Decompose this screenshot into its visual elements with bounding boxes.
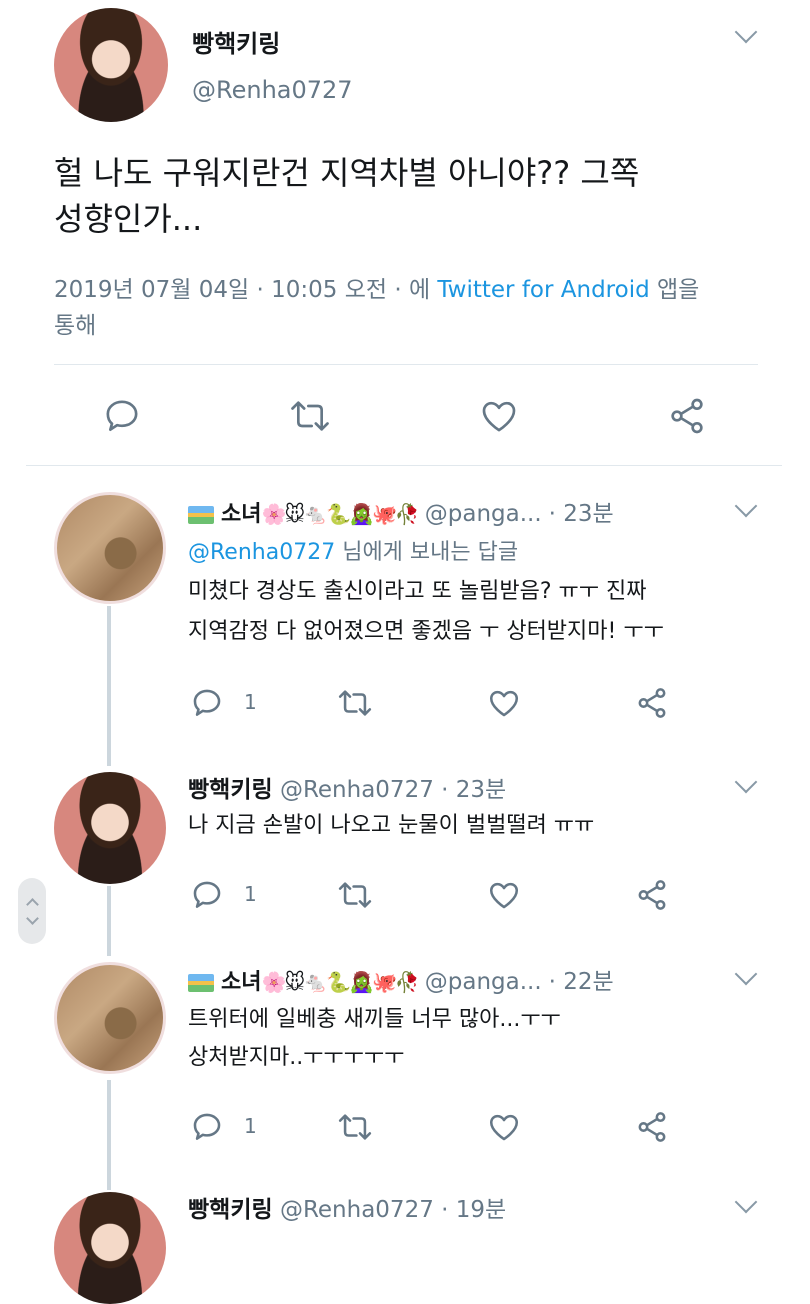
reply-text-line1: 나 지금 손발이 나오고 눈물이 벌벌떨려 ㅠㅠ — [188, 813, 595, 838]
chevron-down-icon[interactable] — [734, 20, 758, 44]
chevron-up-icon[interactable] — [26, 898, 39, 911]
source-link[interactable]: Twitter for Android — [437, 277, 649, 303]
reply-time[interactable]: · 19분 — [441, 1197, 506, 1223]
rainbow-icon — [188, 506, 214, 524]
reply-icon — [193, 881, 221, 908]
reply-handle[interactable]: @panga... — [425, 501, 542, 527]
like-icon — [489, 882, 519, 909]
reply-retweet-icon[interactable] — [336, 686, 374, 720]
reply-to-suffix: 님에게 보내는 답글 — [342, 540, 519, 565]
reply-count: 1 — [244, 882, 257, 906]
retweet-icon — [338, 1114, 372, 1140]
reply-avatar[interactable] — [54, 962, 166, 1074]
retweet-icon — [338, 690, 372, 716]
rainbow-icon — [188, 974, 214, 992]
main-tweet-meta-line2: 통해 — [54, 313, 97, 339]
reply-retweet-icon[interactable] — [336, 878, 374, 912]
chevron-down-icon[interactable] — [734, 494, 758, 518]
main-tweet-text: 헐 나도 구워지란건 지역차별 아니야?? 그쪽 성향인가... — [54, 150, 639, 242]
reply-name-emoji: 🌸🐭🐁🐍🧟‍♀️🐙🥀 — [261, 502, 419, 526]
main-tweet-meta-suffix: 앱을 — [657, 277, 700, 303]
main-tweet-meta: 2019년 07월 04일 · 10:05 오전 · 에 Twitter for… — [54, 270, 699, 304]
chevron-down-icon[interactable] — [26, 912, 39, 925]
reply-handle[interactable]: @Renha0727 — [280, 777, 434, 803]
main-tweet-timestamp[interactable]: 2019년 07월 04일 · 10:05 오전 · 에 — [54, 277, 430, 303]
reply-text-line2: 상처받지마..ㅜㅜㅜㅜㅜ — [188, 1045, 405, 1070]
reply-avatar[interactable] — [54, 772, 166, 884]
reply-share-icon[interactable] — [634, 686, 670, 720]
reply-time[interactable]: · 22분 — [549, 969, 614, 995]
reply-share-icon[interactable] — [634, 1110, 670, 1144]
chevron-down-icon[interactable] — [734, 1190, 758, 1214]
reply-display-name[interactable]: 소녀 — [221, 502, 261, 527]
main-display-name[interactable]: 빵핵키링 — [192, 24, 280, 59]
like-icon — [482, 401, 516, 432]
reply-text-line2: 지역감정 다 없어졌으면 좋겠음 ㅜ 상터받지마! ㅜㅜ — [188, 619, 664, 644]
reply-retweet-icon[interactable] — [336, 1110, 374, 1144]
reply-text-line1: 미쳤다 경상도 출신이라고 또 놀림받음? ㅠㅜ 진짜 — [188, 579, 647, 604]
thread-line — [107, 1080, 111, 1190]
reply-like-icon[interactable] — [486, 686, 522, 720]
reply-time[interactable]: · 23분 — [441, 777, 506, 803]
reply-display-name[interactable]: 빵핵키링 — [188, 777, 273, 803]
reply-header: 빵핵키링 @Renha0727 · 23분 — [188, 770, 506, 804]
reply-like-icon[interactable] — [486, 878, 522, 912]
reply-like-icon[interactable] — [486, 1110, 522, 1144]
reply-header: 빵핵키링 @Renha0727 · 19분 — [188, 1190, 506, 1224]
main-share-icon[interactable] — [666, 396, 708, 436]
reply-display-name[interactable]: 소녀 — [221, 970, 261, 995]
reply-avatar[interactable] — [54, 1192, 166, 1304]
thread-line — [107, 886, 111, 956]
main-divider — [54, 364, 758, 365]
main-tweet-text-line1: 헐 나도 구워지란건 지역차별 아니야?? 그쪽 — [54, 154, 640, 192]
reply-reply-icon[interactable] — [190, 1110, 224, 1144]
main-avatar[interactable] — [54, 8, 168, 122]
reply-name-emoji: 🌸🐭🐁🐍🧟‍♀️🐙🥀 — [261, 970, 419, 994]
reply-display-name[interactable]: 빵핵키링 — [188, 1197, 273, 1223]
main-like-icon[interactable] — [478, 396, 520, 436]
scroll-control[interactable] — [18, 878, 46, 944]
reply-avatar[interactable] — [54, 492, 166, 604]
reply-header: 소녀🌸🐭🐁🐍🧟‍♀️🐙🥀 @panga... · 23분 — [188, 494, 614, 528]
main-handle[interactable]: @Renha0727 — [192, 76, 353, 104]
reply-text-line1: 트위터에 일베충 새끼들 너무 많아...ㅜㅜ — [188, 1007, 561, 1032]
reply-header: 소녀🌸🐭🐁🐍🧟‍♀️🐙🥀 @panga... · 22분 — [188, 962, 614, 996]
reply-to-line: @Renha0727 님에게 보내는 답글 — [188, 534, 518, 566]
reply-count: 1 — [244, 1114, 257, 1138]
reply-share-icon[interactable] — [634, 878, 670, 912]
like-icon — [489, 1114, 519, 1141]
section-divider — [26, 465, 782, 466]
reply-icon — [193, 689, 221, 716]
share-icon — [638, 688, 666, 718]
reply-reply-icon[interactable] — [190, 878, 224, 912]
reply-count: 1 — [244, 690, 257, 714]
share-icon — [671, 398, 703, 434]
reply-time[interactable]: · 23분 — [549, 501, 614, 527]
share-icon — [638, 1112, 666, 1142]
reply-to-handle[interactable]: @Renha0727 — [188, 540, 335, 565]
reply-icon — [106, 400, 138, 431]
reply-handle[interactable]: @panga... — [425, 969, 542, 995]
reply-icon — [193, 1113, 221, 1140]
main-tweet-text-line2: 성향인가... — [54, 200, 203, 238]
share-icon — [638, 880, 666, 910]
retweet-icon — [291, 401, 329, 431]
like-icon — [489, 690, 519, 717]
retweet-icon — [338, 882, 372, 908]
reply-reply-icon[interactable] — [190, 686, 224, 720]
chevron-down-icon[interactable] — [734, 770, 758, 794]
reply-handle[interactable]: @Renha0727 — [280, 1197, 434, 1223]
chevron-down-icon[interactable] — [734, 962, 758, 986]
thread-line — [107, 606, 111, 766]
main-retweet-icon[interactable] — [288, 396, 332, 436]
main-reply-icon[interactable] — [102, 396, 142, 436]
